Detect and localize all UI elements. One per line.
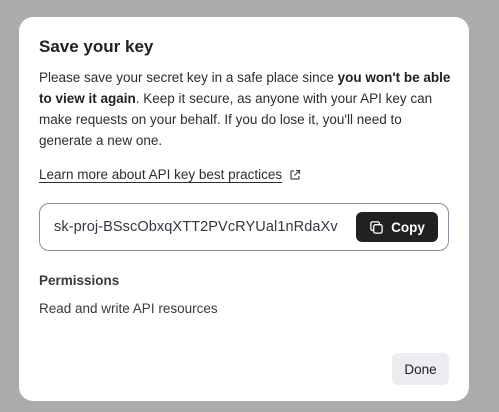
copy-icon: [370, 220, 383, 234]
external-link-icon: [290, 169, 301, 180]
description-text-1: Please save your secret key in a safe pl…: [39, 70, 338, 85]
api-key-input[interactable]: [54, 219, 350, 235]
learn-more-label: Learn more about API key best practices: [39, 167, 283, 182]
copy-button-label: Copy: [391, 219, 425, 235]
permissions-label: Permissions: [39, 273, 120, 288]
dialog-description: Please save your secret key in a safe pl…: [39, 67, 455, 151]
permissions-value: Read and write API resources: [39, 301, 218, 316]
copy-button[interactable]: Copy: [356, 212, 438, 242]
api-key-field: Copy: [39, 203, 449, 251]
save-key-dialog: Save your key Please save your secret ke…: [19, 17, 469, 401]
learn-more-link[interactable]: Learn more about API key best practices: [39, 167, 301, 182]
dialog-title: Save your key: [39, 37, 154, 56]
done-button[interactable]: Done: [392, 353, 449, 385]
